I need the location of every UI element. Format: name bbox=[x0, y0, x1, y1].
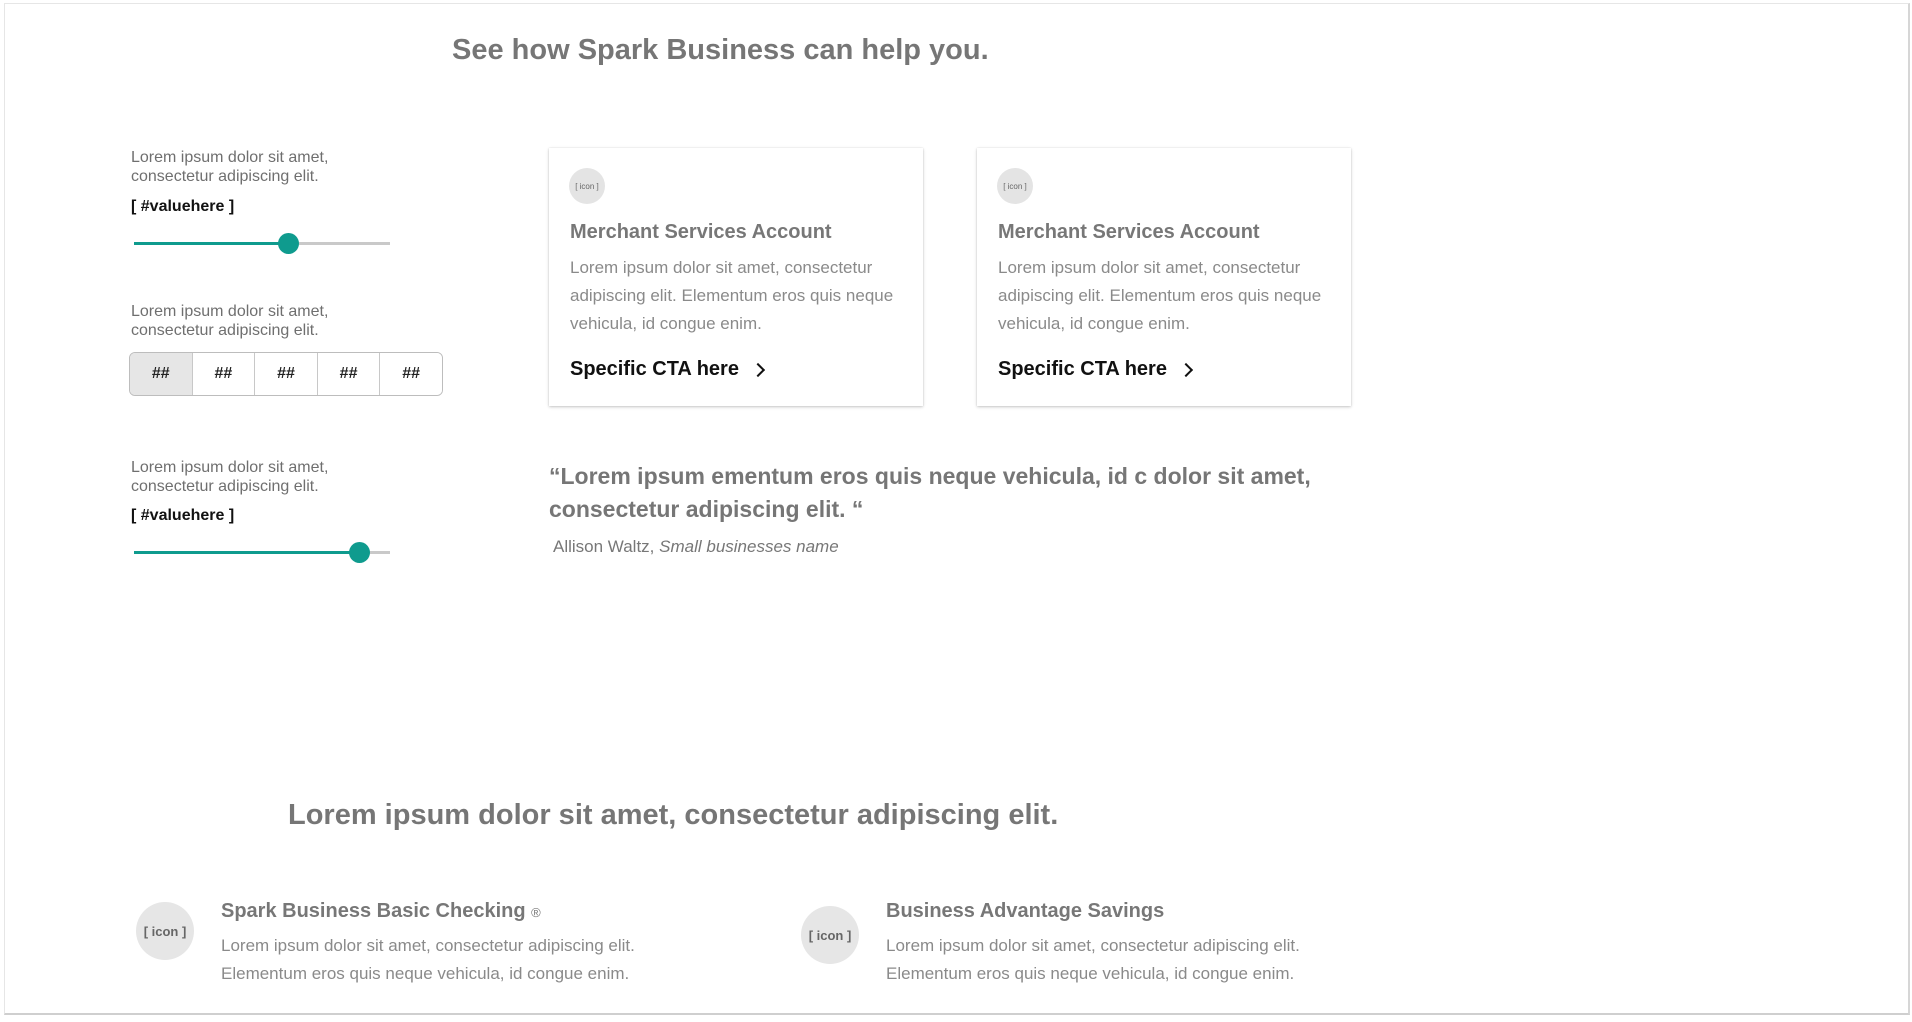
card-icon: [ icon ] bbox=[569, 168, 605, 204]
slider1-value: [ #valuehere ] bbox=[131, 198, 235, 215]
slider2-label: Lorem ipsum dolor sit amet, consectetur … bbox=[131, 459, 329, 495]
segment-option-1[interactable]: ## bbox=[130, 353, 192, 395]
segment-option-5[interactable]: ## bbox=[379, 353, 442, 395]
products-heading: Lorem ipsum dolor sit amet, consectetur … bbox=[288, 799, 1059, 831]
card-body: Lorem ipsum dolor sit amet, consectetur … bbox=[570, 258, 894, 333]
testimonial-quote: “Lorem ipsum ementum eros quis neque veh… bbox=[549, 463, 1311, 522]
card-cta-label: Specific CTA here bbox=[998, 358, 1167, 380]
product-body-checking: Lorem ipsum dolor sit amet, consectetur … bbox=[221, 936, 635, 983]
product-body-savings: Lorem ipsum dolor sit amet, consectetur … bbox=[886, 936, 1300, 983]
segment-option-2[interactable]: ## bbox=[191, 353, 255, 395]
slider1-label: Lorem ipsum dolor sit amet, consectetur … bbox=[131, 149, 329, 185]
slider1[interactable] bbox=[134, 231, 390, 255]
card-title: Merchant Services Account bbox=[570, 221, 832, 243]
merchant-card-2: [ icon ] Merchant Services Account Lorem… bbox=[977, 148, 1351, 406]
testimonial-attribution: Allison Waltz, Small businesses name bbox=[553, 537, 839, 557]
slider2-thumb[interactable] bbox=[349, 542, 371, 563]
registered-mark: ® bbox=[531, 905, 541, 920]
product-icon-savings: [ icon ] bbox=[801, 906, 859, 964]
page-title: See how Spark Business can help you. bbox=[452, 34, 989, 66]
segment-option-3[interactable]: ## bbox=[254, 353, 317, 395]
slider1-fill bbox=[134, 242, 288, 245]
card-title: Merchant Services Account bbox=[998, 221, 1260, 243]
segmented-control[interactable]: ## ## ## ## ## bbox=[129, 352, 443, 396]
card-body: Lorem ipsum dolor sit amet, consectetur … bbox=[998, 258, 1322, 333]
slider2-fill bbox=[134, 551, 360, 554]
chevron-right-icon bbox=[1178, 362, 1194, 377]
card-icon: [ icon ] bbox=[997, 168, 1033, 204]
chevron-right-icon bbox=[750, 362, 766, 377]
segment-option-4[interactable]: ## bbox=[316, 353, 380, 395]
testimonial-business: Small businesses name bbox=[659, 537, 839, 556]
card-cta-label: Specific CTA here bbox=[570, 358, 739, 380]
slider2[interactable] bbox=[134, 540, 390, 564]
product-title-text: Spark Business Basic Checking bbox=[221, 900, 526, 922]
card-cta-link[interactable]: Specific CTA here bbox=[998, 358, 1194, 381]
product-icon-checking: [ icon ] bbox=[136, 902, 194, 960]
testimonial-author: Allison Waltz, bbox=[553, 537, 655, 556]
segmented-label: Lorem ipsum dolor sit amet, consectetur … bbox=[131, 303, 329, 339]
slider2-value: [ #valuehere ] bbox=[131, 507, 235, 524]
product-title-checking: Spark Business Basic Checking ® bbox=[221, 900, 541, 923]
product-title-savings: Business Advantage Savings bbox=[886, 900, 1165, 922]
page-frame: See how Spark Business can help you. Lor… bbox=[4, 3, 1910, 1015]
slider1-thumb[interactable] bbox=[277, 233, 299, 254]
card-cta-link[interactable]: Specific CTA here bbox=[570, 358, 766, 381]
merchant-card-1: [ icon ] Merchant Services Account Lorem… bbox=[549, 148, 923, 406]
